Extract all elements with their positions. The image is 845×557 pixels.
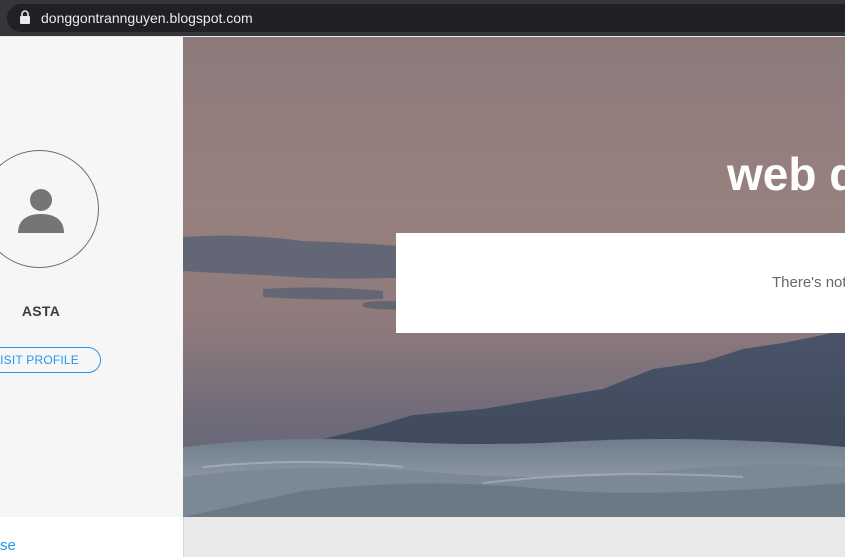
url-text[interactable]: donggontrannguyen.blogspot.com [41, 10, 253, 26]
person-icon [18, 189, 64, 233]
sidebar-link[interactable]: se [0, 537, 16, 555]
browser-address-bar: donggontrannguyen.blogspot.com [0, 0, 845, 36]
content-area [184, 517, 845, 557]
profile-name: ASTA [21, 303, 61, 319]
notice-card: There's not [396, 233, 845, 333]
profile-sidebar [0, 37, 183, 517]
blog-title: web d [727, 148, 845, 200]
notice-text: There's not [772, 274, 845, 291]
visit-profile-button[interactable]: VISIT PROFILE [0, 347, 101, 373]
sidebar-bottom-panel [0, 517, 183, 557]
lock-icon[interactable] [19, 10, 31, 24]
